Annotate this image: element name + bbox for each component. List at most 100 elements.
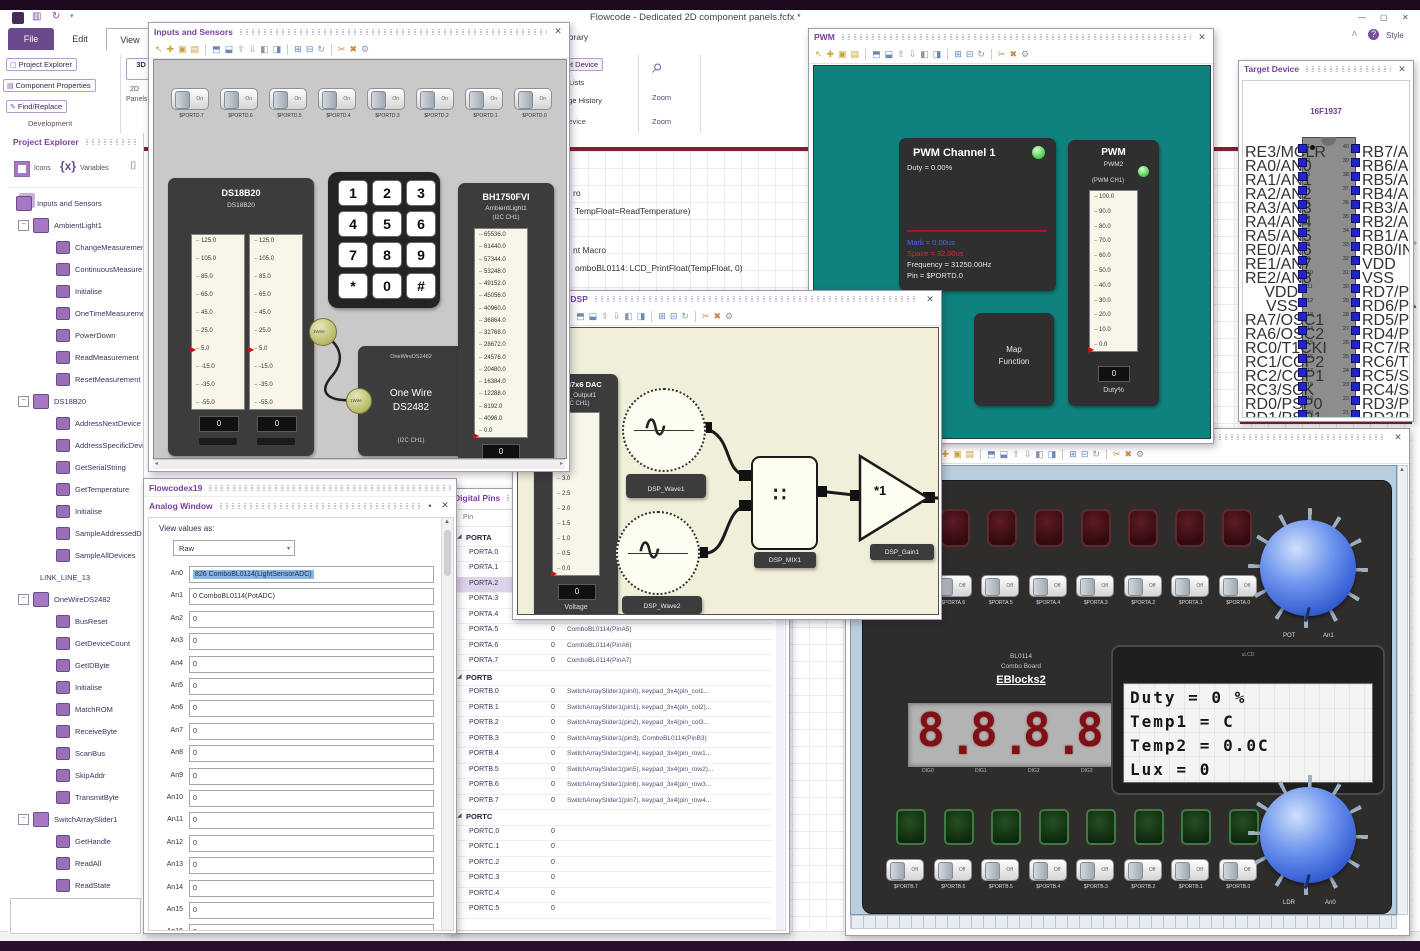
analog-value-input[interactable]: 0 [189, 790, 434, 807]
ungroup-icon[interactable]: ⊟ [1081, 449, 1089, 459]
ungroup-icon[interactable]: ⊟ [966, 49, 974, 59]
group-icon[interactable]: ⊞ [1069, 449, 1077, 459]
send-back-icon[interactable]: ⬓ [885, 49, 894, 59]
wave1-generator[interactable]: ∿ [622, 388, 706, 472]
cursor-icon[interactable]: ↖ [815, 49, 823, 59]
tree-item-resetmeasurement[interactable]: ResetMeasurement [8, 368, 143, 390]
bring-front-icon[interactable]: ⬒ [212, 44, 221, 54]
bh1750-block[interactable]: BH1750FVI AmbientLight1 (I2C CH1) 65536.… [458, 183, 554, 458]
push-button[interactable] [1086, 809, 1116, 845]
pan-icon[interactable]: ✚ [942, 449, 950, 459]
bring-front-icon[interactable]: ⬒ [576, 311, 585, 321]
tree-item-addressnextdevice[interactable]: AddressNextDevice [8, 412, 143, 434]
tree-item-switcharrayslider1[interactable]: − SwitchArraySlider1 [8, 808, 143, 830]
project-explorer-header[interactable]: Project Explorer [8, 133, 143, 150]
project-explorer-button[interactable]: ▢ Project Explorer [6, 58, 77, 71]
pwm-window-title[interactable]: PWM ✕ [809, 29, 1213, 45]
tree-item-matchrom[interactable]: MatchROM [8, 698, 143, 720]
undo-icon[interactable]: ↻ [52, 11, 60, 23]
pan-icon[interactable]: ✚ [827, 49, 835, 59]
tree-item-inputs-and-sensors[interactable]: Inputs and Sensors [8, 192, 143, 214]
close-icon[interactable]: ✕ [1196, 32, 1208, 43]
push-button[interactable] [1133, 809, 1164, 845]
icons-view-icon[interactable] [14, 161, 30, 177]
pin-row-portc[interactable]: ◢ PORTC [453, 809, 773, 826]
expander-icon[interactable]: − [18, 593, 29, 605]
toggle-switch[interactable]: Off [981, 575, 1019, 597]
tree-item-onetimemeasureme[interactable]: OneTimeMeasureme [8, 302, 143, 324]
find-replace-button[interactable]: ✎ Find/Replace [6, 100, 68, 113]
component-properties-button[interactable]: ▤ Component Properties [3, 79, 96, 92]
close-icon[interactable]: ✕ [924, 294, 936, 305]
pin-row-portb-7[interactable]: PORTB.7 0 SwitchArraySlider1(pin7), keypad… [453, 794, 773, 810]
toggle-switch[interactable]: On [514, 88, 552, 110]
lux-slider[interactable]: 65536.0 61440.0 57344.0 53248.0 49152.0 45056… [473, 228, 528, 440]
analog-value-input[interactable]: 0 ComboBL0114(PotADC) [189, 588, 434, 606]
tree-item-receivebyte[interactable]: ReceiveByte [8, 720, 143, 742]
cut-icon[interactable]: ✂ [1113, 449, 1121, 459]
pin-row-portc-0[interactable]: PORTC.0 0 [453, 825, 773, 841]
analog-value-input[interactable]: 826 ComboBL0114(LightSensorADC) [189, 566, 434, 583]
close-icon[interactable]: ✕ [439, 500, 451, 511]
push-button[interactable] [943, 809, 974, 845]
variables-label[interactable]: Variables [80, 165, 109, 173]
analog-value-input[interactable]: 0 [189, 812, 434, 830]
analog-value-input[interactable]: 0 [189, 879, 434, 897]
send-back-icon[interactable]: ⬓ [225, 44, 234, 54]
tree-item-getdevicecount[interactable]: GetDeviceCount [8, 632, 143, 654]
toggle-switch[interactable]: Off [1028, 575, 1067, 597]
maximize-button[interactable]: ▢ [1380, 13, 1388, 22]
expander-icon[interactable]: − [18, 813, 29, 825]
toggle-switch[interactable]: On [465, 88, 503, 110]
ds18b20-block[interactable]: DS18B20 DS18B20 125.0 105.0 85.0 65.0 45.0 25… [168, 178, 314, 456]
push-button[interactable] [896, 809, 926, 845]
temp2-slider[interactable]: 125.0 105.0 85.0 65.0 45.0 25.0 5.0 -15.0 -35.0 -… [248, 234, 303, 410]
tab-file[interactable]: File [8, 28, 54, 50]
variables-icon[interactable]: {x} [60, 159, 76, 174]
lower-icon[interactable]: ⇩ [249, 44, 257, 54]
toggle-switch[interactable]: On [367, 88, 405, 110]
analog-window-title[interactable]: Analog Window • ✕ [144, 496, 456, 514]
toggle-switch[interactable]: On [269, 88, 307, 110]
group-icon[interactable]: ⊞ [294, 44, 302, 54]
toggle-switch[interactable]: Off [981, 859, 1019, 881]
pin-row-portb-3[interactable]: PORTB.3 0 SwitchArraySlider1(pin3), ComboB… [453, 732, 773, 748]
raise-icon[interactable]: ⇧ [601, 311, 609, 321]
raise-icon[interactable]: ⇧ [237, 44, 245, 54]
wave2-generator[interactable]: ∿ [616, 511, 700, 595]
raise-icon[interactable]: ⇧ [1012, 449, 1020, 459]
flip-h-icon[interactable]: ◧ [624, 311, 633, 321]
toggle-switch[interactable]: Off [1171, 575, 1209, 597]
keypad-key-1[interactable]: 1 [338, 180, 368, 206]
pot-knob[interactable] [1260, 520, 1356, 623]
pin-row-portb-2[interactable]: PORTB.2 0 SwitchArraySlider1(pin2), keypad… [453, 716, 773, 733]
tree-item-powerdown[interactable]: PowerDown [8, 324, 143, 346]
config-icon[interactable]: ⚙ [1136, 449, 1144, 459]
paste-icon[interactable]: ▤ [191, 44, 200, 54]
tree-item-initialise[interactable]: Initialise [8, 676, 143, 698]
tree-item-getidbyte[interactable]: GetIDByte [8, 654, 143, 676]
pin-row-portb-4[interactable]: PORTB.4 0 SwitchArraySlider1(pin4), keypad… [453, 747, 773, 764]
config-icon[interactable]: ⚙ [361, 44, 369, 54]
toggle-switch[interactable]: Off [1171, 859, 1209, 881]
inputs-hscrollbar[interactable]: ◂ ▸ [153, 459, 565, 469]
minimize-button[interactable]: — [1358, 13, 1366, 22]
keypad-key-#[interactable]: # [406, 273, 436, 299]
flowcode-doc-title[interactable]: Flowcodex19 [144, 479, 456, 496]
tree-item-busreset[interactable]: BusReset [8, 610, 143, 632]
pin-row-portb[interactable]: ◢ PORTB [453, 670, 773, 686]
toggle-switch[interactable]: Off [1076, 859, 1114, 881]
keypad-key-5[interactable]: 5 [372, 211, 402, 237]
cursor-icon[interactable]: ↖ [155, 44, 163, 54]
raise-icon[interactable]: ⇧ [897, 49, 905, 59]
keypad-key-3[interactable]: 3 [406, 180, 436, 206]
toggle-switch[interactable]: Off [1076, 575, 1114, 597]
keypad-key-9[interactable]: 9 [406, 242, 436, 268]
close-icon[interactable]: ✕ [1392, 432, 1404, 443]
ungroup-icon[interactable]: ⊟ [306, 44, 314, 54]
analog-value-input[interactable]: 0 [189, 767, 434, 785]
push-button[interactable] [1181, 809, 1211, 845]
ungroup-icon[interactable]: ⊟ [670, 311, 678, 321]
paste-icon[interactable]: ▤ [851, 49, 860, 59]
wire-node[interactable]: 1Wire [346, 388, 372, 414]
